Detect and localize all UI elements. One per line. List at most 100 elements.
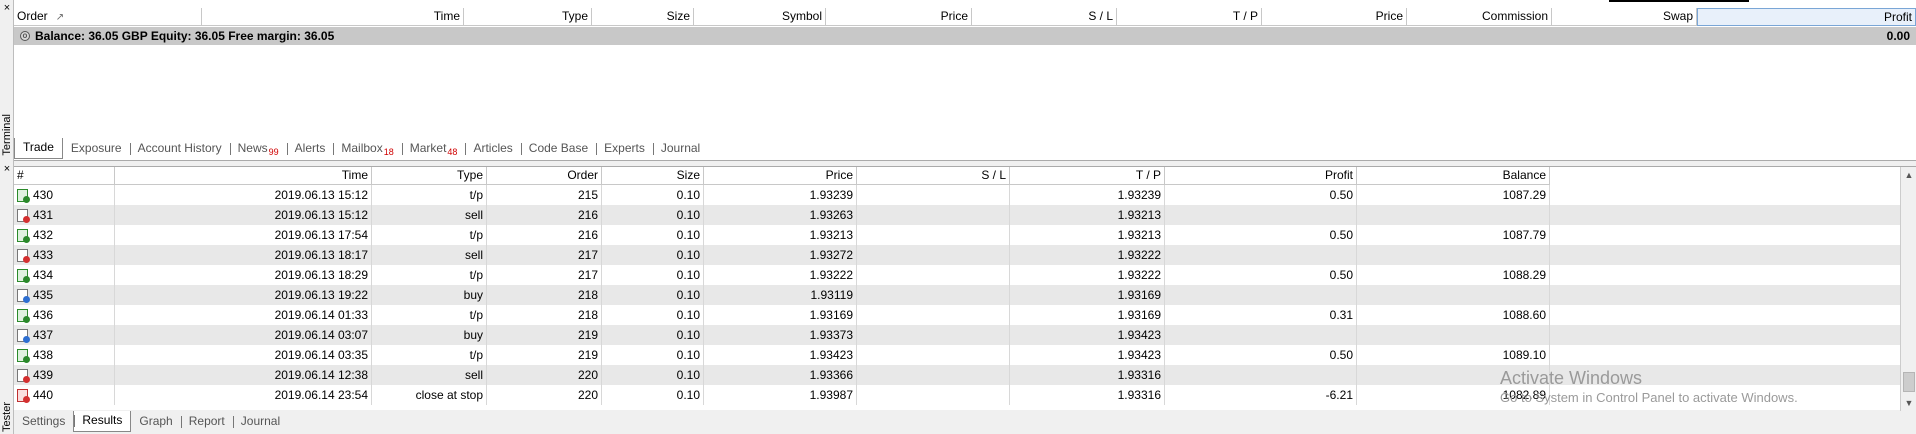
column-header-time[interactable]: Time [202,8,464,26]
cell-profit: 0.50 [1165,185,1357,205]
deal-number: 432 [33,228,54,242]
results-table-header: # Time Type Order Size Price S / LT / P Profit B… [14,167,1916,185]
results-header-size[interactable]: Size [602,167,704,185]
deal-number-cell: 435 [14,285,115,305]
tester-tab-graph[interactable]: Graph [131,412,180,432]
terminal-tab-alerts[interactable]: Alerts [286,139,334,159]
sort-arrow-icon: ↗ [55,12,65,23]
column-header-label: Swap [1662,9,1693,23]
results-header-price[interactable]: Price [704,167,857,185]
table-row[interactable]: 432 2019.06.13 17:54 t/p 216 0.10 1.93213 1.93… [14,225,1916,245]
terminal-close-icon[interactable]: × [2,3,12,14]
cell-size: 0.10 [602,225,704,245]
column-header-s-l[interactable]: S / L [972,8,1117,26]
tester-close-icon[interactable]: × [2,164,12,175]
table-row[interactable]: 439 2019.06.14 12:38 sell 220 0.10 1.93366 1.9… [14,365,1916,385]
cell-tp: 1.93316 [1010,385,1165,405]
cell-balance: 1087.29 [1357,185,1550,205]
cell-sl [857,205,1010,225]
sell-order-icon [17,208,30,223]
cell-price: 1.93119 [704,285,857,305]
tab-count-badge: 99 [268,147,279,157]
balance-row[interactable]: o Balance: 36.05 GBP Equity: 36.05 Free … [14,27,1916,45]
results-header-balance[interactable]: Balance [1357,167,1550,185]
cell-type: t/p [372,185,487,205]
column-header-size[interactable]: Size [592,8,694,26]
terminal-tab-exposure[interactable]: Exposure [63,139,130,159]
tester-tab-report[interactable]: Report [180,412,233,432]
scroll-up-arrow-icon[interactable]: ▲ [1901,167,1916,183]
results-header-type[interactable]: Type [372,167,487,185]
table-row[interactable]: 431 2019.06.13 15:12 sell 216 0.10 1.93263 1.9… [14,205,1916,225]
deal-number: 430 [33,188,54,202]
terminal-tab-account-history[interactable]: Account History [129,139,230,159]
terminal-tab-code-base[interactable]: Code Base [520,139,596,159]
column-header-price[interactable]: Price [826,8,972,26]
column-header-commission[interactable]: Commission [1407,8,1552,26]
column-header-label: Type [561,9,588,23]
column-header-profit[interactable]: Profit [1697,8,1916,26]
cell-balance [1357,365,1550,385]
terminal-tab-articles[interactable]: Articles [465,139,520,159]
terminal-tab-mailbox[interactable]: Mailbox18 [333,139,401,159]
cell-tp: 1.93423 [1010,325,1165,345]
column-header-label: Order [17,9,48,23]
results-header-s-l[interactable]: S / L [857,167,1010,185]
results-header-profit[interactable]: Profit [1165,167,1357,185]
terminal-tab-experts[interactable]: Experts [596,139,653,159]
deal-number-cell: 430 [14,185,115,205]
table-row[interactable]: 433 2019.06.13 18:17 sell 217 0.10 1.93272 1.9… [14,245,1916,265]
cell-sl [857,265,1010,285]
cell-order: 219 [487,345,602,365]
column-header-price[interactable]: Price [1262,8,1407,26]
sell-order-icon [17,248,30,263]
table-row[interactable]: 434 2019.06.13 18:29 t/p 217 0.10 1.93222 1.93… [14,265,1916,285]
cell-balance: 1087.79 [1357,225,1550,245]
table-row[interactable]: 438 2019.06.14 03:35 t/p 219 0.10 1.93423 1.93… [14,345,1916,365]
column-header-label: Time [433,9,460,23]
column-header-swap[interactable]: Swap [1552,8,1697,26]
terminal-tab-journal[interactable]: Journal [652,139,708,159]
column-header-order[interactable]: Order ↗ [14,8,202,26]
table-row[interactable]: 437 2019.06.14 03:07 buy 219 0.10 1.93373 1.93… [14,325,1916,345]
deal-number-cell: 432 [14,225,115,245]
table-row[interactable]: 435 2019.06.13 19:22 buy 218 0.10 1.93119 1.93… [14,285,1916,305]
results-header-number[interactable]: # [14,167,115,185]
terminal-tab-news[interactable]: News99 [229,139,287,159]
tab-label: Journal [660,141,701,155]
tester-tab-settings[interactable]: Settings [14,412,73,432]
column-header-symbol[interactable]: Symbol [694,8,826,26]
tester-side-label[interactable]: Tester [0,402,14,432]
terminal-tab-trade[interactable]: Trade [14,138,63,159]
column-header-type[interactable]: Type [464,8,592,26]
terminal-side-label[interactable]: Terminal [0,114,14,156]
cell-order: 215 [487,185,602,205]
cell-type: buy [372,285,487,305]
cell-sl [857,345,1010,365]
cell-type: t/p [372,225,487,245]
scroll-down-arrow-icon[interactable]: ▼ [1901,395,1916,411]
results-header-time[interactable]: Time [115,167,372,185]
tester-side-strip: × Tester [0,160,14,434]
results-header-order[interactable]: Order [487,167,602,185]
table-row[interactable]: 440 2019.06.14 23:54 close at stop 220 0.10 1… [14,385,1916,405]
cell-order: 220 [487,365,602,385]
table-row[interactable]: 430 2019.06.13 15:12 t/p 215 0.10 1.93239 1.93… [14,185,1916,205]
cell-price: 1.93272 [704,245,857,265]
column-header-t-p[interactable]: T / P [1117,8,1262,26]
table-row[interactable]: 436 2019.06.14 01:33 t/p 218 0.10 1.93169 1.93… [14,305,1916,325]
column-header-label: Profit [1883,10,1912,24]
cell-time: 2019.06.13 19:22 [115,285,372,305]
tab-label: Trade [23,140,54,154]
tester-tab-results[interactable]: Results [73,411,132,432]
terminal-tab-market[interactable]: Market48 [401,139,466,159]
results-scrollbar[interactable]: ▲ ▼ [1900,167,1916,411]
tester-tab-journal[interactable]: Journal [232,412,288,432]
cell-type: t/p [372,265,487,285]
cell-balance [1357,325,1550,345]
cell-balance: 1088.29 [1357,265,1550,285]
tab-label: Journal [240,414,281,428]
scroll-thumb[interactable] [1903,372,1915,392]
results-header-t-p[interactable]: T / P [1010,167,1165,185]
tab-count-badge: 18 [383,147,394,157]
